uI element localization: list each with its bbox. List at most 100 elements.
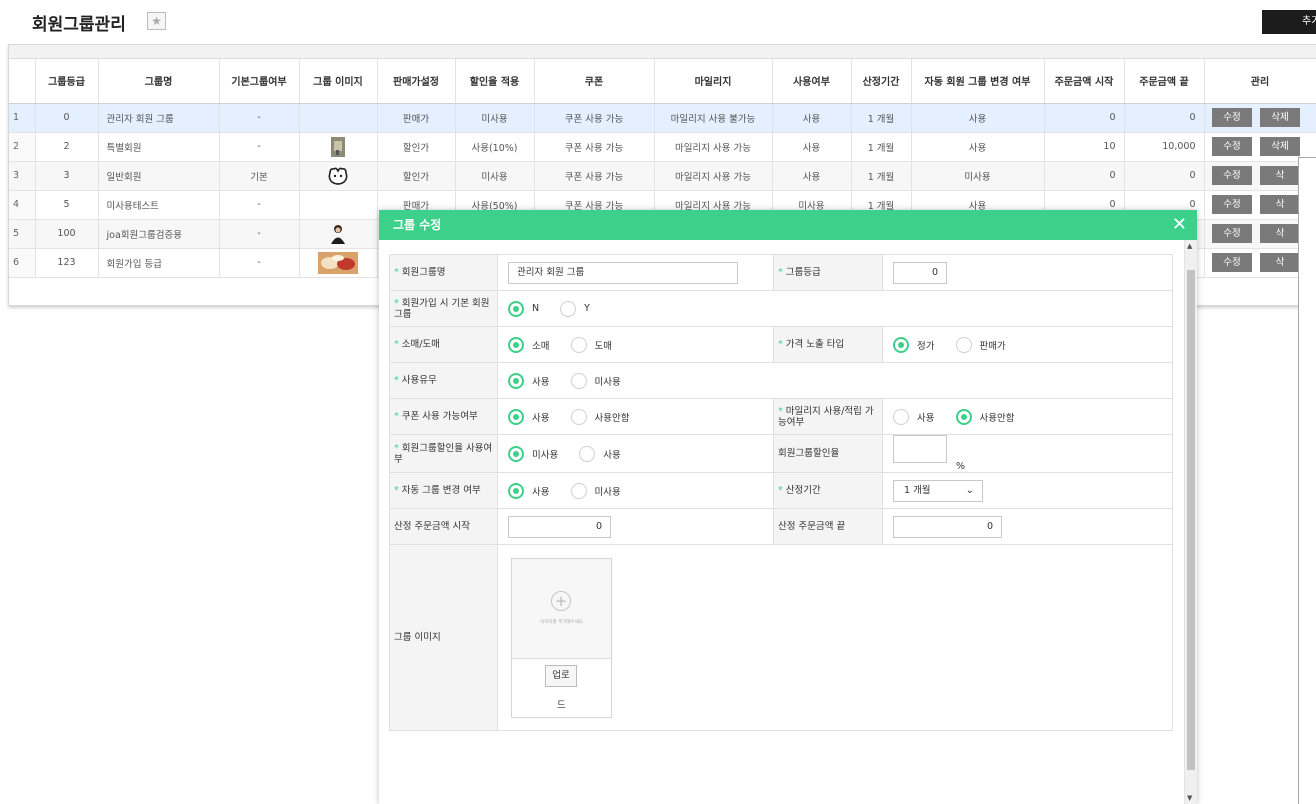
modal-title: 그룹 수정	[393, 218, 442, 232]
cell-name: 관리자 회원 그룹	[98, 103, 220, 133]
mileage-yes-radio[interactable]	[893, 408, 909, 425]
cell-auto: 사용	[911, 103, 1045, 133]
delete-button[interactable]: 삭제	[1260, 137, 1300, 156]
cell-coupon: 쿠폰 사용 가능	[534, 161, 655, 191]
cell-discount: 사용(10%)	[455, 132, 535, 162]
cell-grade: 2	[35, 132, 99, 162]
discount-yes-radio[interactable]	[579, 445, 596, 462]
col-header-default[interactable]: 기본그룹여부	[219, 59, 300, 104]
coupon-label: * 쿠폰 사용 가능여부	[389, 398, 498, 435]
page-header: 회원그룹관리 ★ 추가	[0, 0, 1316, 42]
cell-grade: 3	[35, 161, 99, 191]
delete-button[interactable]: 삭제	[1260, 108, 1300, 127]
delete-button[interactable]: 삭	[1260, 166, 1300, 185]
mileage-no-radio[interactable]	[955, 408, 972, 425]
group-grade-label: * 그룹등급	[773, 254, 883, 291]
table-row[interactable]: 2 2 특별회원 - 할인가 사용(10%) 쿠폰 사용 가능 마일리지 사용 …	[9, 132, 1316, 162]
image-upload-box[interactable]: + 이미지를 추가해주세요 업로 드	[511, 557, 612, 718]
cell-name: 특별회원	[98, 132, 220, 162]
page-title: 회원그룹관리	[32, 15, 126, 35]
add-button[interactable]: 추가	[1262, 10, 1316, 34]
upload-button[interactable]: 업로	[545, 664, 577, 687]
row-number: 3	[9, 161, 36, 191]
scrollbar-thumb[interactable]	[1187, 270, 1195, 770]
discount-rate-input[interactable]	[893, 435, 947, 463]
edit-button[interactable]: 수정	[1212, 137, 1252, 156]
edit-button[interactable]: 수정	[1212, 166, 1252, 185]
edit-button[interactable]: 수정	[1212, 224, 1252, 243]
delete-button[interactable]: 삭	[1260, 224, 1300, 243]
discount-no-radio[interactable]	[508, 445, 524, 462]
cell-image	[299, 103, 378, 133]
modal-scrollbar[interactable]: ▲ ▼	[1184, 240, 1197, 804]
signup-default-n-radio[interactable]	[508, 300, 524, 317]
col-header-discount[interactable]: 할인율 적용	[455, 59, 535, 104]
col-header-start[interactable]: 주문금액 시작	[1044, 59, 1125, 104]
add-image-icon[interactable]: +	[551, 590, 571, 611]
price-sale-radio[interactable]	[955, 336, 972, 353]
col-header-auto[interactable]: 자동 회원 그룹 변경 여부	[911, 59, 1045, 104]
retail-radio[interactable]	[508, 336, 524, 353]
auto-change-no-radio[interactable]	[570, 482, 587, 499]
close-icon[interactable]: ✕	[1172, 210, 1187, 240]
group-name-input[interactable]: 관리자 회원 그룹	[508, 261, 738, 284]
use-yes-radio[interactable]	[508, 372, 524, 389]
auto-change-yes-radio[interactable]	[508, 482, 524, 499]
cell-name: 미사용테스트	[98, 190, 220, 220]
col-header-name[interactable]: 그룹명	[98, 59, 220, 104]
cell-name: 일반회원	[98, 161, 220, 191]
coupon-yes-radio[interactable]	[508, 408, 524, 425]
row-number: 5	[9, 219, 36, 249]
signup-default-y-radio[interactable]	[560, 300, 577, 317]
edit-button[interactable]: 수정	[1212, 108, 1252, 127]
order-start-input[interactable]: 0	[508, 515, 611, 538]
edit-button[interactable]: 수정	[1212, 253, 1252, 272]
col-header-mileage[interactable]: 마일리지	[654, 59, 773, 104]
cell-default: -	[219, 248, 300, 278]
group-grade-input[interactable]: 0	[893, 261, 947, 284]
cell-use: 사용	[772, 132, 852, 162]
use-no-radio[interactable]	[570, 372, 587, 389]
order-end-label: 산정 주문금액 끝	[773, 508, 883, 545]
retail-label: * 소매/도매	[389, 326, 498, 363]
cell-default: -	[219, 219, 300, 249]
col-header-end[interactable]: 주문금액 끝	[1124, 59, 1205, 104]
cell-default: -	[219, 190, 300, 220]
cell-discount: 미사용	[455, 103, 535, 133]
table-row[interactable]: 1 0 관리자 회원 그룹 - 판매가 미사용 쿠폰 사용 가능 마일리지 사용…	[9, 103, 1316, 133]
upload-hint: 이미지를 추가해주세요	[540, 619, 583, 625]
delete-button[interactable]: 삭	[1260, 253, 1300, 272]
row-number: 4	[9, 190, 36, 220]
upload-button-label: 드	[557, 699, 566, 711]
table-row[interactable]: 3 3 일반회원 기본 할인가 미사용 쿠폰 사용 가능 마일리지 사용 가능 …	[9, 161, 1316, 191]
cell-grade: 100	[35, 219, 99, 249]
period-select[interactable]: 1 개월 ⌄	[893, 479, 983, 502]
cell-image	[299, 248, 378, 278]
cell-price: 판매가	[377, 103, 456, 133]
cell-start: 10	[1044, 132, 1125, 162]
col-header-use[interactable]: 사용여부	[772, 59, 852, 104]
cell-start: 0	[1044, 103, 1125, 133]
scroll-down-icon[interactable]: ▼	[1187, 794, 1192, 802]
order-end-input[interactable]: 0	[893, 515, 1002, 538]
group-edit-form: * 회원그룹명 관리자 회원 그룹 * 그룹등급 0 * 회원가입 시 기본 회원그룹…	[389, 254, 1173, 731]
discount-rate-label: 회원그룹할인율	[773, 434, 883, 473]
coupon-no-radio[interactable]	[570, 408, 587, 425]
edit-button[interactable]: 수정	[1212, 195, 1252, 214]
row-number: 1	[9, 103, 36, 133]
col-header-period[interactable]: 산정기간	[851, 59, 912, 104]
col-header-coupon[interactable]: 쿠폰	[534, 59, 655, 104]
modal-body: * 회원그룹명 관리자 회원 그룹 * 그룹등급 0 * 회원가입 시 기본 회원그룹…	[379, 240, 1184, 804]
delete-button[interactable]: 삭	[1260, 195, 1300, 214]
favorite-star-icon[interactable]: ★	[147, 12, 166, 30]
price-list-radio[interactable]	[893, 336, 909, 353]
col-header-price[interactable]: 판매가설정	[377, 59, 456, 104]
cell-manage: 수정 삭제	[1204, 103, 1316, 133]
cell-grade: 0	[35, 103, 99, 133]
scroll-up-icon[interactable]: ▲	[1187, 242, 1192, 250]
col-header-image[interactable]: 그룹 이미지	[299, 59, 378, 104]
wholesale-radio[interactable]	[570, 336, 587, 353]
cell-image	[299, 219, 378, 249]
col-header-grade[interactable]: 그룹등급	[35, 59, 99, 104]
use-label: * 사용유무	[389, 362, 498, 399]
